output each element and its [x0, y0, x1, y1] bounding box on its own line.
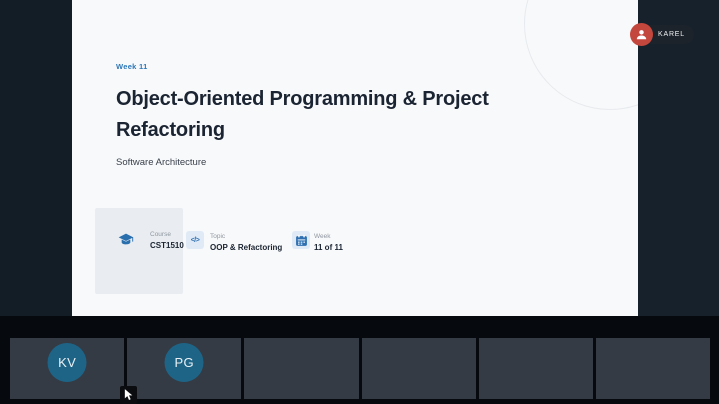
- info-item-topic: </> Topic OOP & Refactoring: [186, 231, 282, 252]
- remote-cursor-icon: [120, 386, 137, 404]
- info-label: Course: [150, 231, 171, 238]
- slide-title-line2: Refactoring: [116, 119, 225, 141]
- participant-filmstrip: KV PG: [0, 316, 719, 404]
- stage-right-margin: [638, 0, 719, 316]
- info-item-week: Week 11 of 11: [292, 231, 343, 252]
- presenter-name-badge[interactable]: KAREL: [630, 23, 694, 46]
- slide-subtitle: Software Architecture: [116, 157, 207, 168]
- screenshare-stage: Week 11 Object-Oriented Programming & Pr…: [0, 0, 719, 316]
- decorative-circle: [524, 0, 638, 110]
- info-label: Week: [314, 233, 331, 240]
- presentation-slide: Week 11 Object-Oriented Programming & Pr…: [72, 0, 638, 316]
- info-panel-background: [95, 208, 183, 294]
- participant-tile-empty[interactable]: [595, 338, 711, 399]
- participant-tile-empty[interactable]: [244, 338, 359, 399]
- avatar: PG: [164, 343, 204, 382]
- participant-tile-pg[interactable]: PG: [127, 338, 242, 399]
- stage-left-margin: [0, 0, 72, 316]
- info-value: 11 of 11: [314, 243, 343, 252]
- presenter-avatar-icon: [630, 23, 653, 46]
- info-value: OOP & Refactoring: [210, 243, 283, 252]
- slide-title: Object-Oriented Programming & Project Re…: [116, 84, 489, 146]
- info-label: Topic: [210, 233, 226, 240]
- participant-tile-empty[interactable]: [361, 338, 476, 399]
- info-value: CST1510: [150, 241, 184, 250]
- meeting-window: Week 11 Object-Oriented Programming & Pr…: [0, 0, 719, 404]
- calendar-icon: [292, 231, 310, 249]
- slide-title-line1: Object-Oriented Programming & Project: [116, 88, 489, 110]
- graduation-cap-icon: [118, 233, 134, 247]
- week-kicker: Week 11: [116, 62, 148, 71]
- info-item-course: Course CST1510: [118, 231, 184, 250]
- participant-tile-empty[interactable]: [478, 338, 593, 399]
- code-icon: </>: [186, 231, 204, 249]
- avatar: KV: [47, 343, 87, 382]
- participant-tile-kv[interactable]: KV: [10, 338, 125, 399]
